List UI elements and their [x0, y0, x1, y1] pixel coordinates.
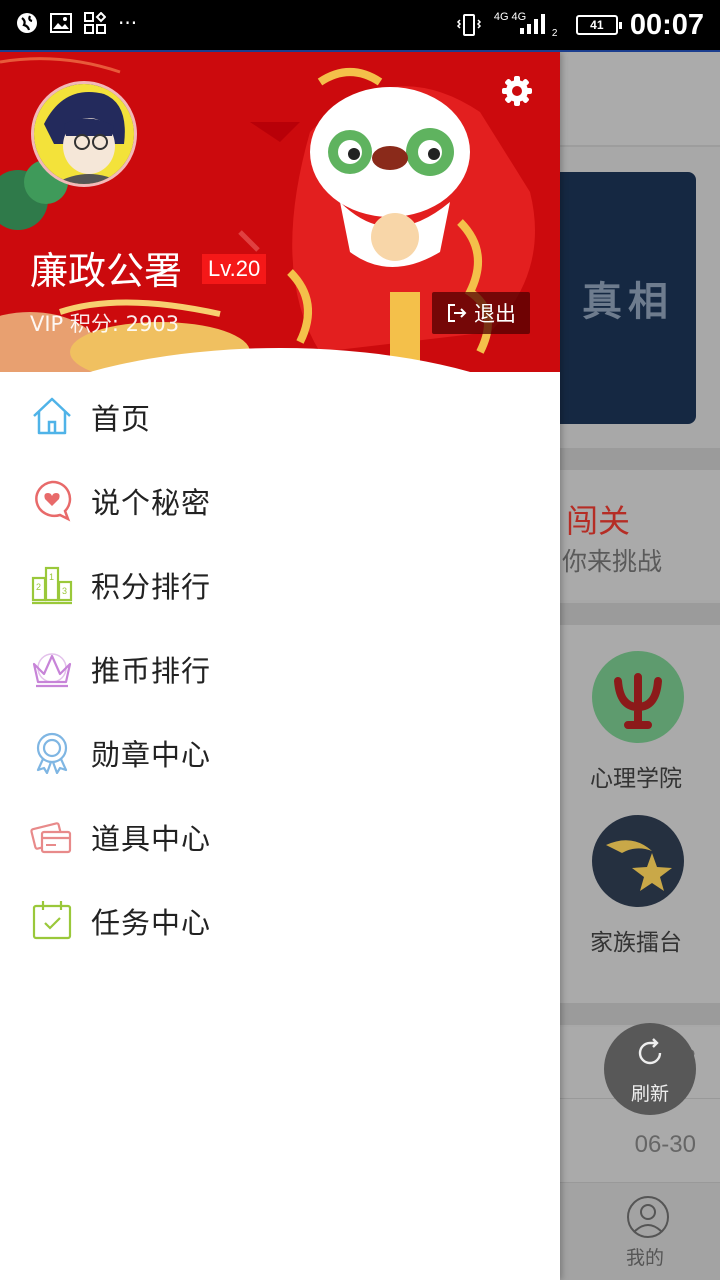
calendar-check-icon [32, 901, 72, 940]
settings-gear-icon[interactable] [500, 74, 534, 108]
drawer-menu: 首页 说个秘密 213 积分排行 推币排行 勋章中心 道具中心 任务中心 [0, 374, 560, 962]
menu-item-label: 积分排行 [91, 570, 212, 604]
bg-app-label: 心理学院 [590, 766, 682, 792]
menu-item-secret[interactable]: 说个秘密 [0, 458, 560, 542]
psi-icon [592, 651, 684, 743]
crown-icon [32, 653, 72, 688]
list-item: 06-30 [560, 1113, 720, 1185]
menu-item-medal-center[interactable]: 勋章中心 [0, 710, 560, 794]
bg-separator [560, 448, 720, 470]
clock: 00:07 [629, 8, 704, 41]
logout-icon [448, 304, 467, 322]
bg-tab-bar: 我的 [560, 1182, 720, 1280]
user-icon [627, 1196, 669, 1238]
bg-card-title: 闯关 [566, 502, 631, 540]
cards-icon [30, 822, 72, 854]
menu-item-label: 道具中心 [91, 822, 212, 856]
svg-text:1: 1 [49, 572, 54, 582]
battery-indicator: 41 [575, 15, 622, 35]
network-type: 4G 4G 2 [493, 11, 558, 40]
menu-item-home[interactable]: 首页 [0, 374, 560, 458]
home-icon [33, 397, 71, 435]
navigation-drawer: 廉政公署 Lv.20 VIP 积分: 2903 退出 首页 说个秘密 213 积… [0, 52, 560, 1280]
tab-me-label: 我的 [626, 1247, 665, 1269]
menu-item-props-center[interactable]: 道具中心 [0, 794, 560, 878]
menu-item-label: 推币排行 [91, 654, 212, 688]
heart-bubble-icon [35, 480, 72, 522]
vibrate-icon [456, 14, 481, 36]
podium-icon: 213 [31, 566, 73, 605]
bg-separator [560, 1003, 720, 1025]
menu-item-task-center[interactable]: 任务中心 [0, 878, 560, 962]
menu-item-label: 勋章中心 [91, 738, 212, 772]
bg-challenge-card: 闯关 你来挑战 [560, 470, 720, 600]
menu-item-label: 说个秘密 [91, 486, 212, 520]
vip-points: VIP 积分: 2903 [30, 312, 180, 336]
menu-item-label: 首页 [91, 402, 152, 436]
refresh-button: 刷新 [604, 1023, 696, 1115]
avatar[interactable] [31, 81, 137, 187]
svg-text:3: 3 [62, 586, 67, 596]
logout-button[interactable]: 退出 [432, 292, 530, 334]
status-bar-accent [0, 50, 720, 52]
bg-banner: 真相 [560, 172, 696, 424]
bg-top-bar [560, 52, 720, 147]
menu-item-label: 任务中心 [91, 906, 212, 940]
more-notifications-icon: ··· [118, 11, 138, 35]
status-bar: ··· 4G 4G 2 41 00:07 [0, 0, 720, 50]
image-icon [50, 13, 72, 33]
signal-icon [519, 14, 545, 34]
bg-separator [560, 603, 720, 625]
globe-icon [17, 13, 37, 33]
bg-app-label: 家族擂台 [590, 930, 682, 956]
bg-card-subtitle: 你来挑战 [562, 547, 663, 576]
bg-apps-grid: 心理学院 家族擂台 [560, 625, 720, 1003]
star-moon-icon [592, 815, 684, 907]
username: 廉政公署 [30, 249, 183, 293]
level-badge: Lv.20 [202, 254, 267, 284]
drawer-header: 廉政公署 Lv.20 VIP 积分: 2903 退出 [0, 52, 560, 372]
logout-label: 退出 [474, 302, 516, 326]
menu-item-points-ranking[interactable]: 213 积分排行 [0, 542, 560, 626]
refresh-icon [638, 1038, 662, 1065]
svg-text:2: 2 [36, 582, 41, 592]
medal-icon [36, 732, 68, 774]
apps-grid-icon [84, 12, 106, 34]
menu-item-coin-ranking[interactable]: 推币排行 [0, 626, 560, 710]
